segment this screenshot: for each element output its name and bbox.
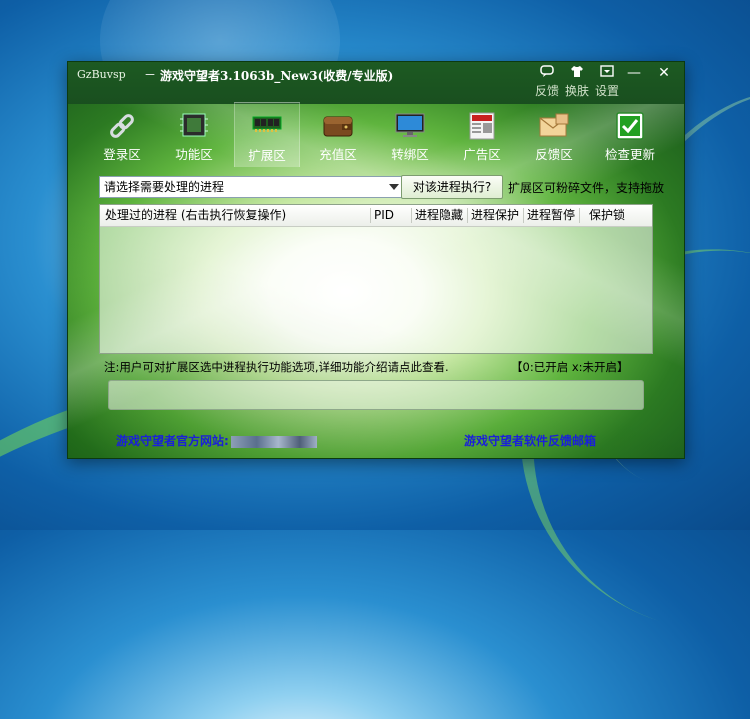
table-header: 处理过的进程 (右击执行恢复操作) PID 进程隐藏 进程保护 进程暂停 保护锁 [100,205,652,227]
nav-update[interactable]: 检查更新 [598,106,662,166]
settings-button[interactable]: 设置 [594,65,620,98]
shred-hint: 扩展区可粉碎文件，支持拖放 [508,181,665,195]
col-hide[interactable]: 进程隐藏 [415,205,463,226]
execute-button[interactable]: 对该进程执行? [401,175,503,199]
app-name: GzBuvsp [77,68,126,81]
settings-box-icon [594,65,620,79]
col-lock[interactable]: 保护锁 [589,205,625,226]
message-box [108,380,644,410]
nav-feedback[interactable]: 反馈区 [522,106,586,166]
memory-module-icon [251,109,283,137]
column-divider [579,208,580,223]
chevron-down-icon[interactable] [389,184,399,190]
monitor-icon [394,112,426,140]
nav-recharge-label: 充值区 [319,147,357,162]
column-divider [411,208,412,223]
newspaper-icon [466,112,498,140]
process-table[interactable]: 处理过的进程 (右击执行恢复操作) PID 进程隐藏 进程保护 进程暂停 保护锁 [99,204,653,354]
nav-update-label: 检查更新 [604,147,655,162]
title-dash: － [144,68,157,82]
nav-recharge[interactable]: 充值区 [306,106,370,166]
feedback-label: 反馈 [534,84,559,98]
nav-ads-label: 广告区 [463,147,501,162]
nav-login-label: 登录区 [103,147,141,162]
column-divider [370,208,371,223]
title-bar[interactable]: GzBuvsp － 游戏守望者3.1063b_New3(收费/专业版) 反馈 换… [68,62,684,104]
nav-ads[interactable]: 广告区 [450,106,514,166]
chain-link-icon [106,112,138,140]
process-select[interactable]: 请选择需要处理的进程 [99,176,404,198]
help-note-link[interactable]: 注:用户可对扩展区选中进程执行功能选项,详细功能介绍请点此查看. [104,359,449,375]
status-legend: 【0:已开启 x:未开启】 [511,360,629,374]
nav-function-label: 功能区 [175,147,213,162]
close-button[interactable]: ✕ [653,64,675,82]
nav-extend-label: 扩展区 [248,148,286,163]
feedback-bubble-icon [534,65,560,79]
official-site-label: 游戏守望者官方网站: [116,434,229,448]
wallet-icon [322,112,354,140]
redacted-url [230,435,317,448]
column-divider [523,208,524,223]
feedback-button[interactable]: 反馈 [534,65,560,98]
minimize-button[interactable]: — [623,64,645,82]
nav-login[interactable]: 登录区 [90,106,154,166]
green-check-icon [614,112,646,140]
nav-rebind-label: 转绑区 [391,147,429,162]
feedback-mail-link[interactable]: 游戏守望者软件反馈邮箱 [464,432,596,449]
window-title: 游戏守望者3.1063b_New3(收费/专业版) [160,69,394,83]
col-pid[interactable]: PID [374,205,394,226]
nav-function[interactable]: 功能区 [162,106,226,166]
nav-feedback-label: 反馈区 [535,147,573,162]
skin-label: 换肤 [564,84,589,98]
shirt-icon [564,65,590,79]
skin-button[interactable]: 换肤 [564,65,590,98]
official-site-link[interactable]: 游戏守望者官方网站: [116,432,317,449]
envelope-icon [538,112,570,140]
main-nav: 登录区 功能区 扩展区 充值区 转绑区 广告区 反馈区 检查更新 [90,102,680,167]
chip-icon [178,112,210,140]
nav-rebind[interactable]: 转绑区 [378,106,442,166]
nav-extend[interactable]: 扩展区 [234,102,300,167]
col-process[interactable]: 处理过的进程 (右击执行恢复操作) [105,205,286,226]
col-pause[interactable]: 进程暂停 [527,205,575,226]
col-protect[interactable]: 进程保护 [471,205,519,226]
process-select-value: 请选择需要处理的进程 [104,180,225,194]
column-divider [467,208,468,223]
app-window: GzBuvsp － 游戏守望者3.1063b_New3(收费/专业版) 反馈 换… [67,61,685,459]
settings-label: 设置 [594,84,619,98]
